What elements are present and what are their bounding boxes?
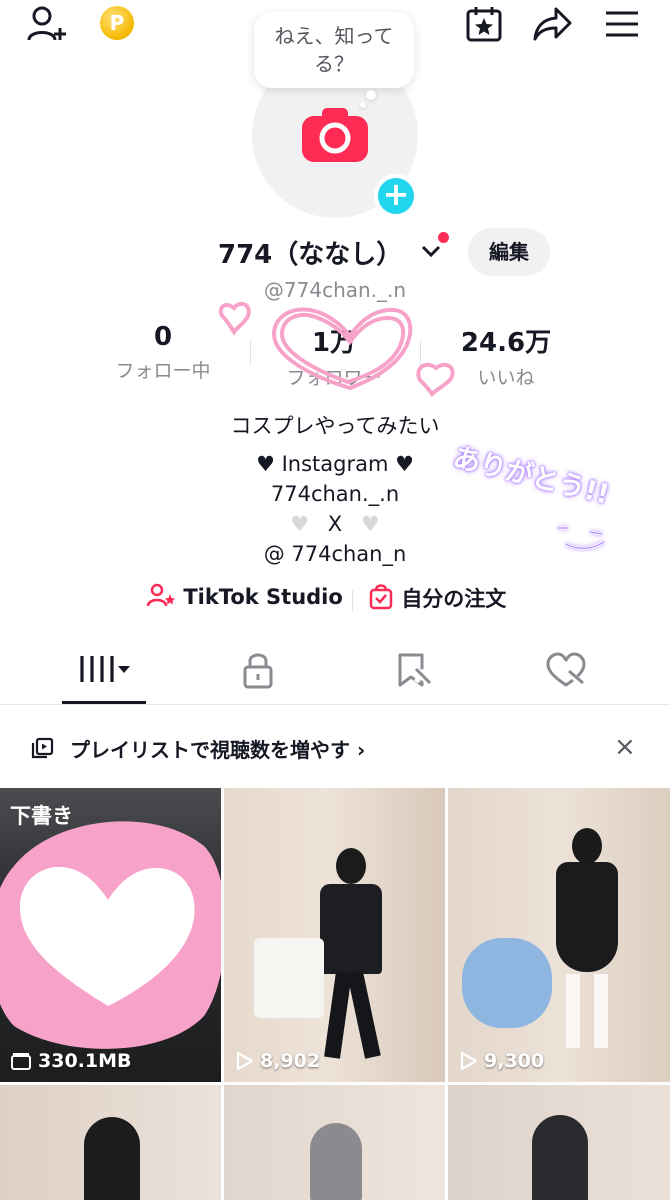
display-name: 774（ななし） xyxy=(218,240,403,270)
note-text-line1: ねえ、知って xyxy=(274,24,394,48)
video-thumbnail-figure xyxy=(310,1123,362,1200)
tab-divider xyxy=(0,704,670,705)
video-thumbnail-figure xyxy=(532,1115,588,1200)
following-label: フォロー中 xyxy=(115,360,211,382)
draft-size-value: 330.1MB xyxy=(38,1050,132,1072)
coin-icon[interactable]: P xyxy=(100,6,134,40)
tiktok-studio-label: TikTok Studio xyxy=(183,585,343,609)
add-photo-button[interactable]: + xyxy=(374,174,418,218)
menu-icon[interactable] xyxy=(604,10,640,38)
camera-icon[interactable] xyxy=(302,106,368,162)
white-heart-icon: ♥ xyxy=(360,512,380,536)
playlist-banner-text: プレイリストで視聴数を増やす › xyxy=(70,738,366,762)
pink-heart-sticker xyxy=(0,821,221,1049)
my-orders-link[interactable]: 自分の注文 xyxy=(368,582,506,613)
grid-item-draft[interactable]: 下書き 330.1MB xyxy=(0,788,221,1082)
edit-profile-button[interactable]: 編集 xyxy=(468,228,550,276)
chevron-down-icon[interactable] xyxy=(420,240,442,262)
grid-item-video[interactable] xyxy=(448,1085,670,1200)
draft-size: 330.1MB xyxy=(10,1050,132,1072)
grid-item-video[interactable]: 9,300 xyxy=(448,788,670,1082)
video-thumbnail-shirt xyxy=(254,938,324,1018)
shopping-bag-icon xyxy=(369,584,393,610)
bio-line: コスプレやってみたい xyxy=(230,414,440,438)
view-count-value: 9,300 xyxy=(484,1050,545,1072)
view-count: 8,902 xyxy=(234,1050,320,1072)
view-count-value: 8,902 xyxy=(260,1050,321,1072)
black-heart-icon: ♥ xyxy=(256,452,275,476)
tiktok-studio-link[interactable]: TikTok Studio xyxy=(146,582,343,609)
link-divider xyxy=(352,590,353,612)
playlist-icon xyxy=(31,737,54,759)
folder-icon xyxy=(11,1053,31,1070)
view-count: 9,300 xyxy=(458,1050,544,1072)
bio-x-text: X xyxy=(327,512,343,536)
video-thumbnail-plushies xyxy=(462,938,552,1028)
play-icon xyxy=(236,1051,254,1071)
bubble-tail xyxy=(366,90,376,100)
grid-item-video[interactable] xyxy=(224,1085,445,1200)
share-icon[interactable] xyxy=(532,6,572,42)
calendar-star-icon[interactable] xyxy=(464,4,504,44)
stat-following[interactable]: 0 フォロー中 xyxy=(106,322,220,383)
play-icon xyxy=(460,1051,478,1071)
video-thumbnail-figure xyxy=(552,828,622,1048)
tab-liked[interactable] xyxy=(536,650,596,690)
video-thumbnail-figure xyxy=(320,848,384,1059)
following-count: 0 xyxy=(153,322,173,352)
note-text-line2: る？ xyxy=(314,52,354,76)
grid-item-video[interactable] xyxy=(0,1085,221,1200)
heart-scribble-decoration xyxy=(218,301,455,398)
tab-videos[interactable] xyxy=(76,650,136,690)
handwritten-smile-decoration xyxy=(558,526,605,550)
tab-private[interactable] xyxy=(228,650,288,690)
note-bubble[interactable]: ねえ、知って る？ xyxy=(254,12,414,88)
close-banner-button[interactable]: × xyxy=(614,732,636,762)
black-heart-icon: ♥ xyxy=(395,452,414,476)
bubble-tail-small xyxy=(360,102,366,108)
my-orders-label: 自分の注文 xyxy=(401,587,507,611)
add-friend-icon[interactable] xyxy=(26,4,70,44)
bio-instagram-text: Instagram xyxy=(281,452,389,476)
notification-dot xyxy=(438,232,449,243)
tab-saved[interactable] xyxy=(382,650,442,690)
video-thumbnail-figure xyxy=(84,1117,140,1200)
grid-item-video[interactable]: 8,902 xyxy=(224,788,445,1082)
white-heart-icon: ♥ xyxy=(290,512,310,536)
person-star-icon xyxy=(146,583,175,607)
